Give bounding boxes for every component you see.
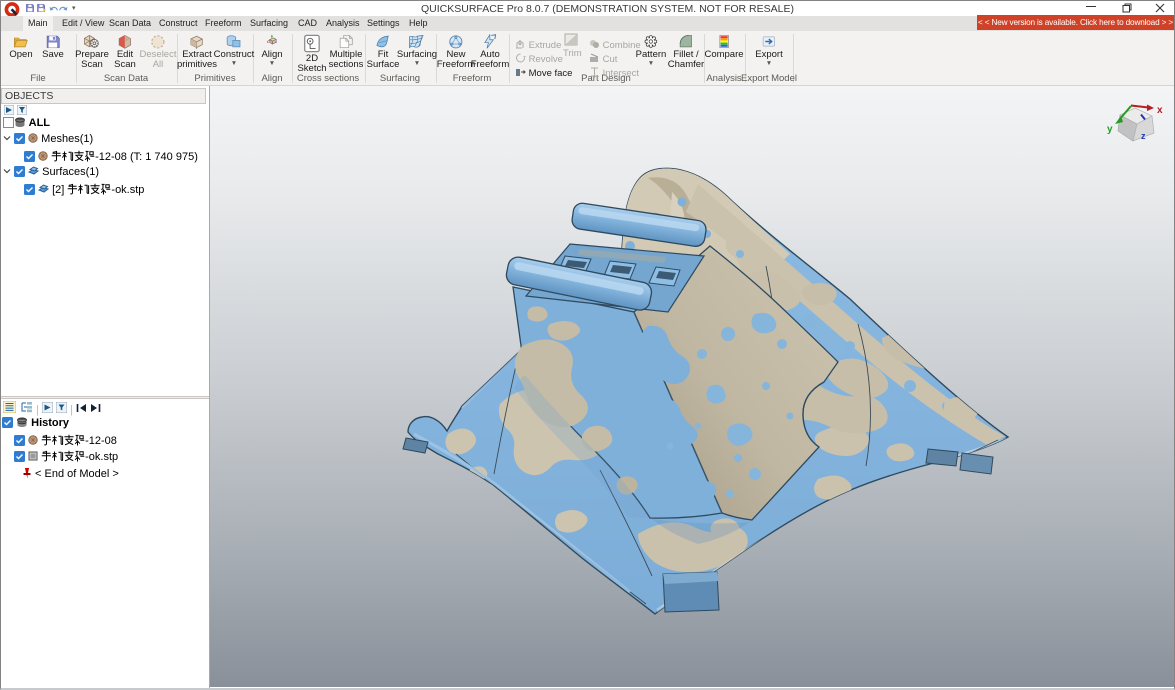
svg-text:z: z (1141, 131, 1146, 141)
svg-text:y: y (1107, 124, 1113, 135)
svg-text:x: x (1157, 105, 1163, 116)
